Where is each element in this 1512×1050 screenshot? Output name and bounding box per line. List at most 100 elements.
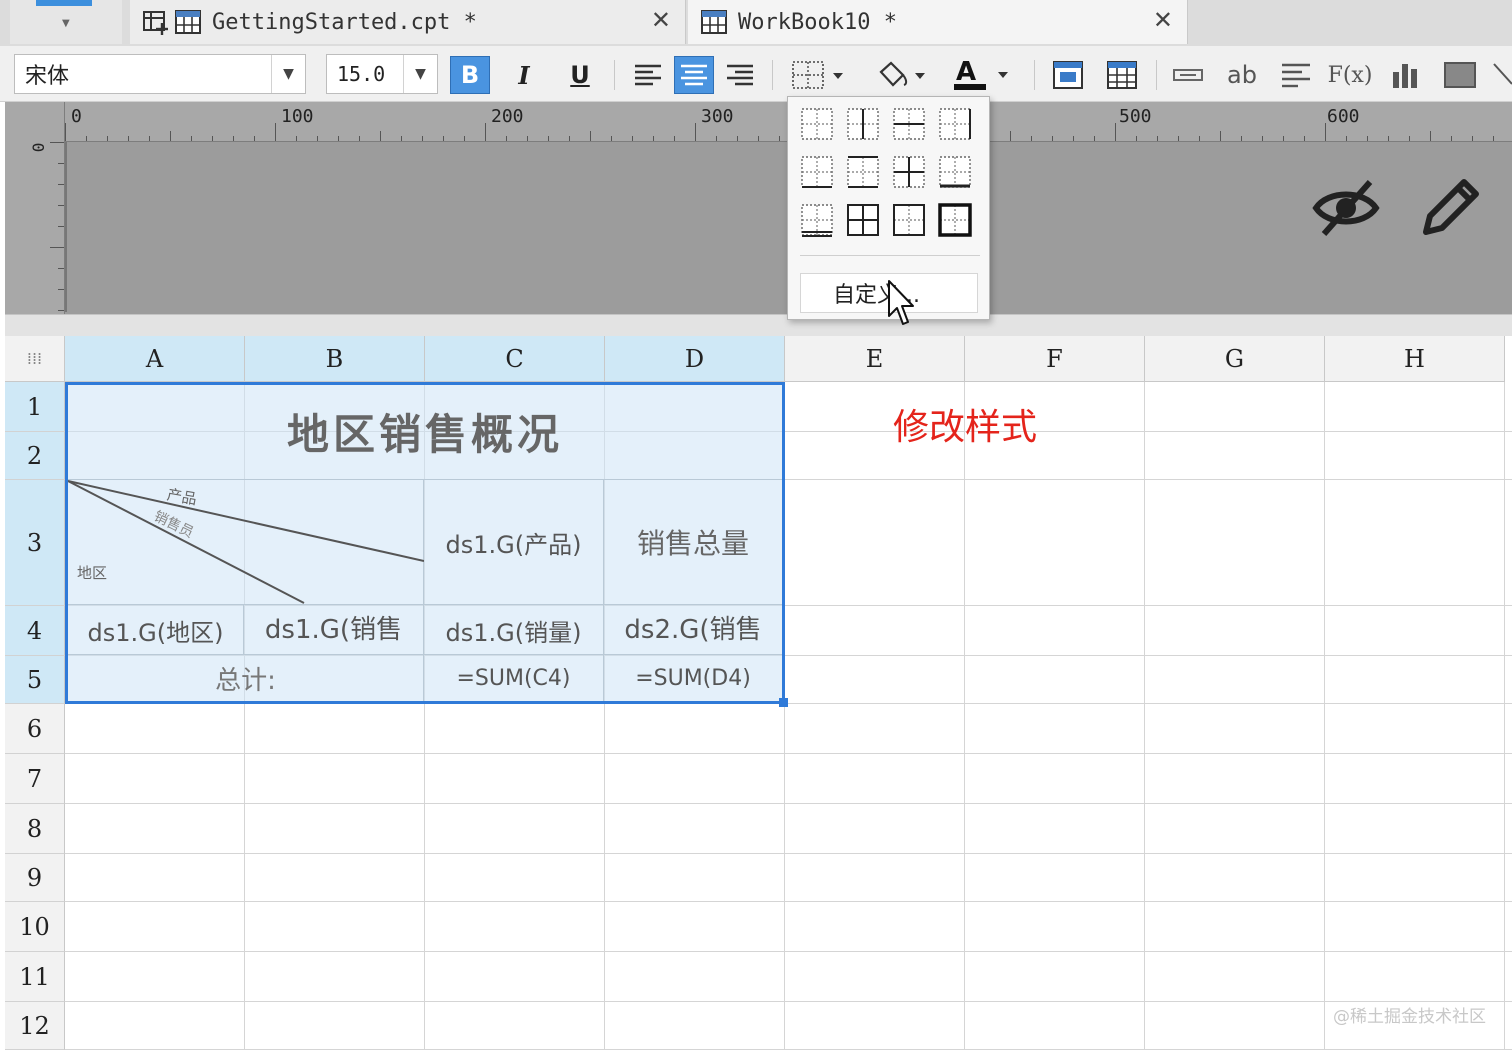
column-header-e[interactable]: E bbox=[785, 336, 965, 382]
grid-add-icon bbox=[142, 9, 170, 35]
border-hcenter-icon[interactable] bbox=[892, 107, 926, 141]
cell-a5-total[interactable]: 总计: bbox=[68, 655, 423, 701]
more-tools-button[interactable] bbox=[1490, 56, 1512, 94]
chevron-down-icon[interactable]: ▼ bbox=[271, 55, 305, 93]
border-inner-icon[interactable] bbox=[892, 155, 926, 189]
diagonal-header-cell[interactable] bbox=[68, 479, 424, 605]
border-bottom-thick-icon[interactable] bbox=[938, 155, 972, 189]
chevron-down-icon: ▼ bbox=[62, 18, 70, 29]
cell-d4[interactable]: ds2.G(销售 bbox=[604, 605, 782, 649]
ruler-tick bbox=[611, 136, 612, 141]
close-icon[interactable]: ✕ bbox=[651, 6, 671, 34]
text-field-button[interactable] bbox=[1168, 56, 1208, 94]
freeze-button[interactable] bbox=[1048, 56, 1088, 94]
font-size-select[interactable]: 15.0 ▼ bbox=[326, 54, 438, 94]
cell-c3[interactable]: ds1.G(产品) bbox=[424, 480, 603, 604]
column-header-c[interactable]: C bbox=[425, 336, 605, 382]
row-header-9[interactable]: 9 bbox=[5, 854, 65, 902]
row-header-11[interactable]: 11 bbox=[5, 952, 65, 1002]
ruler-tick bbox=[653, 136, 654, 141]
underline-label: U bbox=[570, 61, 590, 89]
row-header-8[interactable]: 8 bbox=[5, 804, 65, 854]
chevron-down-icon[interactable]: ▼ bbox=[403, 55, 437, 93]
row-header-4[interactable]: 4 bbox=[5, 606, 65, 656]
row-header-1[interactable]: 1 bbox=[5, 382, 65, 432]
close-icon[interactable]: ✕ bbox=[1153, 6, 1173, 34]
report-title-cell[interactable]: 地区销售概况 bbox=[68, 385, 782, 478]
font-color-button[interactable]: A bbox=[950, 56, 1018, 94]
new-tab-indicator bbox=[36, 0, 92, 6]
paragraph-button[interactable] bbox=[1276, 56, 1316, 94]
border-outer-thick-icon[interactable] bbox=[938, 203, 972, 237]
watermark: @稀土掘金技术社区 bbox=[1333, 1007, 1486, 1027]
column-header-a[interactable]: A bbox=[65, 336, 245, 382]
column-header-f[interactable]: F bbox=[965, 336, 1145, 382]
pane-splitter[interactable] bbox=[5, 314, 1512, 336]
align-left-button[interactable] bbox=[628, 56, 668, 94]
fill-color-button[interactable] bbox=[868, 56, 934, 94]
table-button[interactable] bbox=[1102, 56, 1142, 94]
select-all-corner[interactable]: ⁞⁞⁞ bbox=[5, 336, 65, 382]
border-top-bottom-icon[interactable] bbox=[846, 155, 880, 189]
border-bottom-double-icon[interactable] bbox=[800, 203, 834, 237]
ruler-tick bbox=[548, 136, 549, 141]
italic-button[interactable]: I bbox=[504, 56, 544, 94]
underline-button[interactable]: U bbox=[560, 56, 600, 94]
cell-c5[interactable]: =SUM(C4) bbox=[424, 655, 603, 701]
tab-title: WorkBook10 * bbox=[738, 9, 897, 35]
border-all-icon[interactable] bbox=[846, 203, 880, 237]
chart-button[interactable] bbox=[1386, 56, 1426, 94]
ruler-tick bbox=[1220, 131, 1221, 141]
column-header-d[interactable]: D bbox=[605, 336, 785, 382]
font-size-value: 15.0 bbox=[337, 62, 386, 86]
border-none-icon[interactable] bbox=[800, 107, 834, 141]
bold-button[interactable]: B bbox=[450, 56, 490, 94]
ruler-tick bbox=[58, 163, 64, 164]
column-header-b[interactable]: B bbox=[245, 336, 425, 382]
image-button[interactable] bbox=[1440, 56, 1480, 94]
column-header-g[interactable]: G bbox=[1145, 336, 1325, 382]
pencil-icon[interactable] bbox=[1414, 172, 1486, 244]
border-vcenter-icon[interactable] bbox=[846, 107, 880, 141]
align-right-button[interactable] bbox=[720, 56, 760, 94]
ruler-tick bbox=[58, 268, 64, 269]
row-header-3[interactable]: 3 bbox=[5, 480, 65, 606]
ruler-tick bbox=[1073, 136, 1074, 141]
align-center-button[interactable] bbox=[674, 56, 714, 94]
eye-slash-icon[interactable] bbox=[1310, 172, 1382, 244]
ruler-tick bbox=[674, 136, 675, 141]
border-dropdown-button[interactable] bbox=[784, 56, 854, 94]
border-bottom-icon[interactable] bbox=[800, 155, 834, 189]
row-header-10[interactable]: 10 bbox=[5, 902, 65, 952]
align-right-icon bbox=[727, 64, 753, 86]
row-header-7[interactable]: 7 bbox=[5, 754, 65, 804]
grid-line bbox=[65, 803, 1512, 804]
tab-workbook10[interactable]: WorkBook10 * ✕ bbox=[688, 0, 1188, 44]
font-family-select[interactable]: 宋体 ▼ bbox=[14, 54, 306, 94]
cell-b4[interactable]: ds1.G(销售 bbox=[244, 605, 423, 649]
border-right-icon[interactable] bbox=[938, 107, 972, 141]
align-left-icon bbox=[635, 64, 661, 86]
ruler-label: 0 bbox=[71, 106, 82, 127]
ruler-tick bbox=[779, 136, 780, 141]
cell-c4[interactable]: ds1.G(销量) bbox=[424, 605, 603, 655]
ruler-tick bbox=[1430, 131, 1431, 141]
border-icon bbox=[792, 61, 843, 89]
cell-a4[interactable]: ds1.G(地区) bbox=[68, 605, 243, 655]
cell-d5[interactable]: =SUM(D4) bbox=[604, 655, 782, 701]
border-outer-icon[interactable] bbox=[892, 203, 926, 237]
row-header-2[interactable]: 2 bbox=[5, 432, 65, 480]
cell-d3[interactable]: 销售总量 bbox=[604, 480, 782, 604]
ruler-tick bbox=[443, 136, 444, 141]
new-tab-menu[interactable]: ▼ bbox=[10, 0, 122, 44]
row-header-6[interactable]: 6 bbox=[5, 704, 65, 754]
formula-button[interactable]: F(x) bbox=[1328, 56, 1373, 94]
vertical-ruler: 0 bbox=[5, 102, 65, 314]
tab-gettingstarted[interactable]: GettingStarted.cpt * ✕ bbox=[130, 0, 686, 44]
ruler-tick bbox=[50, 142, 64, 143]
row-header-5[interactable]: 5 bbox=[5, 656, 65, 704]
row-header-12[interactable]: 12 bbox=[5, 1002, 65, 1050]
svg-text:A: A bbox=[956, 58, 976, 87]
text-button[interactable]: ab bbox=[1222, 56, 1262, 94]
column-header-h[interactable]: H bbox=[1325, 336, 1505, 382]
